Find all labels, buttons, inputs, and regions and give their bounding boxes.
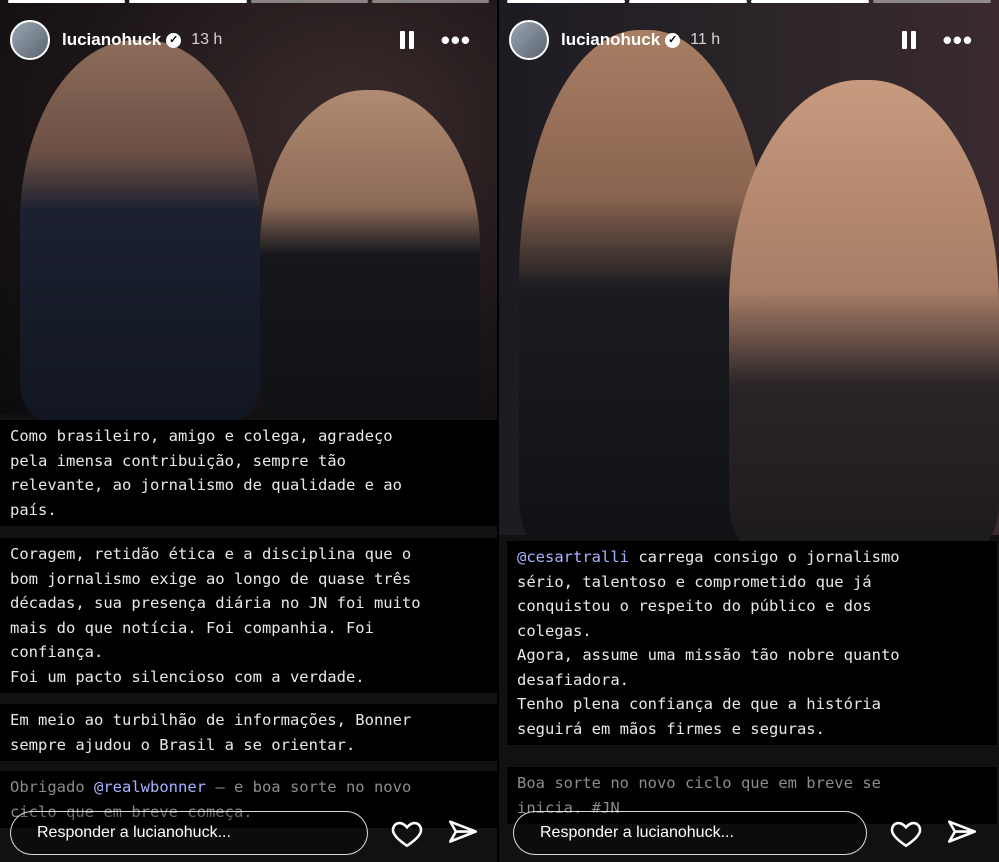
send-icon[interactable] bbox=[945, 816, 979, 850]
reply-input[interactable]: Responder a lucianohuck... bbox=[513, 811, 867, 855]
story-viewer: lucianohuck ✓ 13 h ••• Como brasileiro, … bbox=[0, 0, 999, 862]
caption-text: Obrigado bbox=[10, 778, 94, 796]
person-figure bbox=[729, 80, 999, 550]
story-progress-bar bbox=[8, 0, 489, 3]
verified-badge-icon: ✓ bbox=[166, 32, 182, 48]
progress-segment bbox=[507, 0, 625, 3]
username[interactable]: lucianohuck bbox=[62, 30, 161, 50]
reply-bar: Responder a lucianohuck... bbox=[10, 810, 490, 856]
pause-icon[interactable] bbox=[399, 31, 415, 49]
more-icon[interactable]: ••• bbox=[943, 27, 973, 53]
mention-link[interactable]: @realwbonner bbox=[94, 778, 206, 796]
more-icon[interactable]: ••• bbox=[441, 27, 471, 53]
story-photo bbox=[499, 0, 999, 550]
progress-segment bbox=[8, 0, 126, 3]
progress-segment bbox=[371, 0, 489, 3]
caption-paragraph: carrega consigo o jornalismo sério, tale… bbox=[517, 548, 900, 738]
story-progress-bar bbox=[507, 0, 991, 3]
caption-paragraph: Em meio ao turbilhão de informações, Bon… bbox=[10, 711, 412, 754]
avatar[interactable] bbox=[10, 20, 50, 60]
story-photo bbox=[0, 0, 497, 420]
caption-block: @cesartralli carrega consigo o jornalism… bbox=[507, 541, 997, 745]
caption-paragraph: Coragem, retidão ética e a disciplina qu… bbox=[10, 545, 421, 686]
progress-segment bbox=[751, 0, 869, 3]
story-right[interactable]: lucianohuck ✓ 11 h ••• @cesartralli carr… bbox=[499, 0, 999, 862]
reply-input[interactable]: Responder a lucianohuck... bbox=[10, 811, 368, 855]
heart-icon[interactable] bbox=[889, 816, 923, 850]
story-header: lucianohuck ✓ 13 h ••• bbox=[10, 18, 487, 62]
avatar[interactable] bbox=[509, 20, 549, 60]
story-time: 13 h bbox=[191, 31, 223, 48]
caption-paragraph: Como brasileiro, amigo e colega, agradeç… bbox=[10, 427, 402, 519]
progress-segment bbox=[129, 0, 247, 3]
progress-segment bbox=[873, 0, 991, 3]
person-figure bbox=[260, 90, 480, 420]
progress-segment bbox=[250, 0, 368, 3]
story-time: 11 h bbox=[690, 31, 721, 48]
send-icon[interactable] bbox=[446, 816, 480, 850]
story-header: lucianohuck ✓ 11 h ••• bbox=[509, 18, 989, 62]
caption-block: Coragem, retidão ética e a disciplina qu… bbox=[0, 538, 497, 693]
heart-icon[interactable] bbox=[390, 816, 424, 850]
reply-bar: Responder a lucianohuck... bbox=[513, 810, 993, 856]
progress-segment bbox=[629, 0, 747, 3]
verified-badge-icon: ✓ bbox=[665, 32, 681, 48]
person-figure bbox=[20, 40, 260, 420]
pause-icon[interactable] bbox=[901, 31, 917, 49]
caption-block: Em meio ao turbilhão de informações, Bon… bbox=[0, 704, 497, 761]
caption-block: Como brasileiro, amigo e colega, agradeç… bbox=[0, 420, 497, 526]
mention-link[interactable]: @cesartralli bbox=[517, 548, 629, 566]
story-left[interactable]: lucianohuck ✓ 13 h ••• Como brasileiro, … bbox=[0, 0, 497, 862]
username[interactable]: lucianohuck bbox=[561, 30, 660, 50]
